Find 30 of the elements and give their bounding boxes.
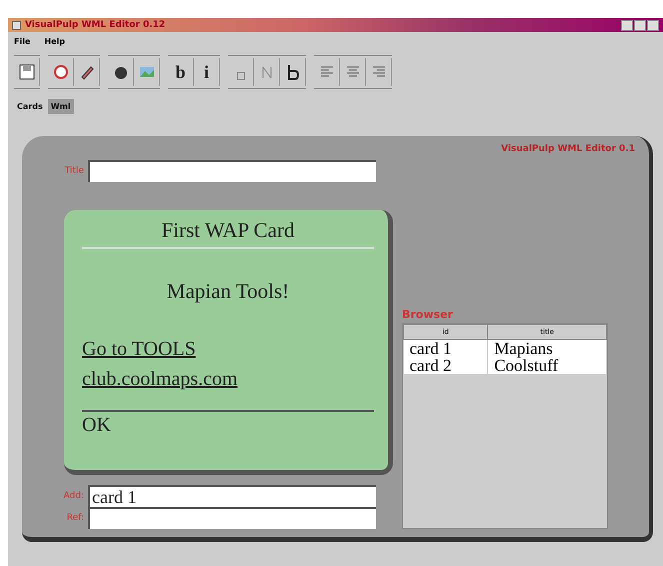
table-cell[interactable]: Mapians <box>488 340 606 357</box>
close-button[interactable] <box>647 20 659 30</box>
window-title: VisualPulp WML Editor 0.12 <box>25 20 166 30</box>
input-field[interactable] <box>88 507 376 529</box>
table-cell[interactable]: Coolstuff <box>488 357 606 374</box>
menu-item[interactable]: Help <box>44 37 65 46</box>
field-label: Add: <box>62 491 84 501</box>
small-font-icon <box>236 72 244 80</box>
card-link[interactable]: Go to TOOLS <box>82 334 374 364</box>
circle-icon <box>52 64 68 80</box>
panel-heading: VisualPulp WML Editor 0.1 <box>501 144 635 154</box>
image-icon <box>138 64 154 80</box>
softkey-label[interactable]: OK <box>82 410 374 437</box>
field-label: Ref: <box>66 513 84 523</box>
app-icon <box>12 20 21 30</box>
card-title: First WAP Card <box>82 216 374 249</box>
save-icon <box>18 64 34 80</box>
table-cell[interactable]: card 2 <box>404 357 488 374</box>
table-cell[interactable]: card 1 <box>404 340 488 357</box>
input-field[interactable]: card 1 <box>88 485 376 507</box>
field-label: Title <box>64 166 84 176</box>
table-title: Browser <box>402 308 454 321</box>
maximize-button[interactable] <box>634 20 646 30</box>
card-text: Mapian Tools! <box>166 279 290 304</box>
minimize-button[interactable] <box>621 20 633 30</box>
card-link[interactable]: club.coolmaps.com <box>82 364 374 394</box>
pencil-icon <box>78 64 94 80</box>
input-field[interactable] <box>88 160 376 182</box>
tab[interactable]: Wml <box>48 99 74 114</box>
menu-item[interactable]: File <box>14 37 30 46</box>
